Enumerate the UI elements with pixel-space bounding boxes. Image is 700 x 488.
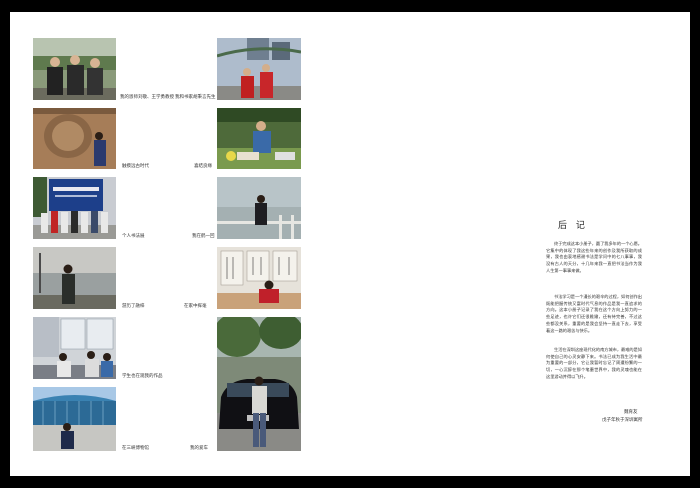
museum-photo <box>33 387 116 451</box>
author-name: 魏育友 <box>624 410 638 415</box>
afterword-title: 后 记 <box>558 221 588 231</box>
caption-railing: 我在鹤一回 <box>192 234 215 239</box>
students-photo <box>33 317 116 379</box>
afterword-paragraph-3: 生活在深圳这座现代化的南方城市，最难的是如何使自己的心灵安静下来。书法已成为我生… <box>546 347 642 379</box>
with-calligrapher-photo <box>217 38 301 100</box>
car-photo <box>217 317 301 451</box>
caption-home-calligraphy: 在家中挥毫 <box>184 304 207 309</box>
caption-stone-carving: 触摸远古时代 <box>122 164 149 169</box>
caption-teachers: 我的恩师刘敬、王学勇教授 <box>120 95 174 100</box>
caption-riverside: 游历了融梓 <box>122 304 145 309</box>
caption-car: 我的爱车 <box>190 446 208 451</box>
left-page-photo-album: 我的恩师刘敬、王学勇教授 我和书家胡秉言先生 触摸远古时代 喜结良缘 个人书法展… <box>10 12 350 476</box>
caption-calligrapher: 我和书家胡秉言先生 <box>175 95 216 100</box>
right-page-afterword: 后 记 终于完成这本小册子，圆了我多年的一个心愿。它集中的体现了我这些年来的创作… <box>350 12 690 476</box>
railing-photo <box>217 177 301 239</box>
exhibition-group-photo <box>33 177 116 239</box>
signature-line: 戊子年秋于深圳寓所 <box>602 418 643 423</box>
teachers-group-photo <box>33 38 116 100</box>
book-spread: 我的恩师刘敬、王学勇教授 我和书家胡秉言先生 触摸远古时代 喜结良缘 个人书法展… <box>10 12 690 476</box>
caption-museum: 在三峡博物馆 <box>122 446 149 451</box>
riverside-photo <box>33 247 116 309</box>
caption-students: 学生也在观我的作品 <box>122 374 163 379</box>
caption-wedding: 喜结良缘 <box>194 164 212 169</box>
caption-exhibition: 个人书法展 <box>122 234 145 239</box>
afterword-paragraph-2: 书法学习是一个漫长的艰辛的过程，如何创作出既能把握传统又富时代气息的作品是我一直… <box>546 294 642 333</box>
home-calligraphy-photo <box>217 247 301 309</box>
stone-carving-photo <box>33 108 116 169</box>
wedding-photo <box>217 108 301 169</box>
afterword-paragraph-1: 终于完成这本小册子，圆了我多年的一个心愿。它集中的体现了我这些年来的创作及我所获… <box>546 241 642 273</box>
